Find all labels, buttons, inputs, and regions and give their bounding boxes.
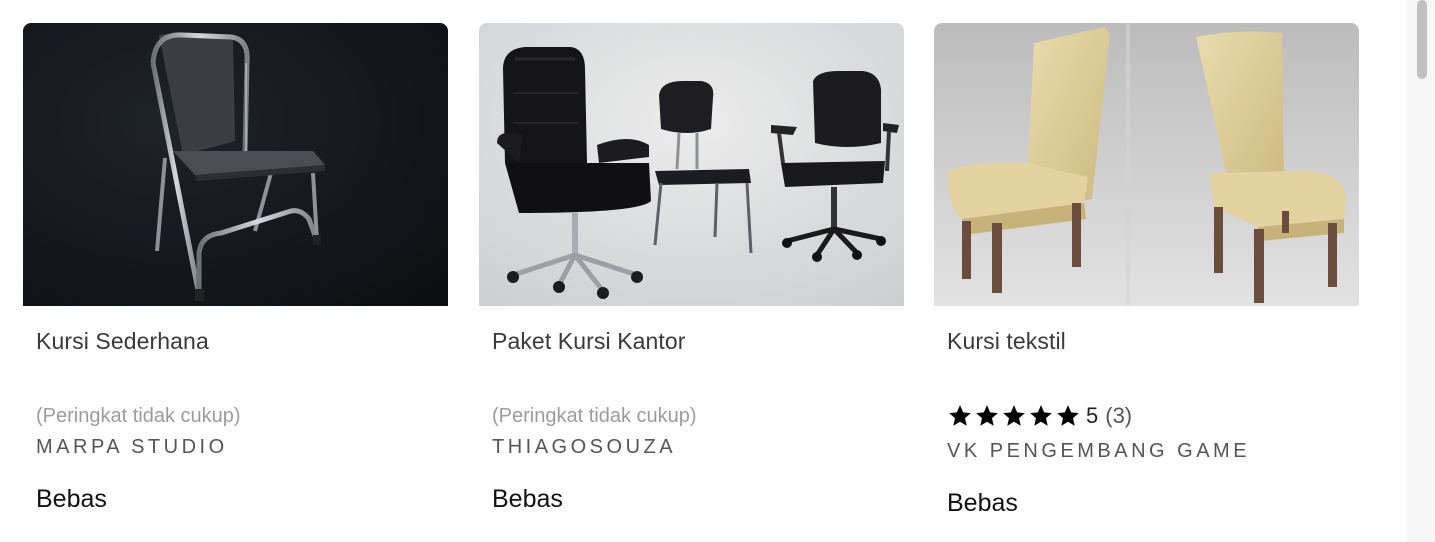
asset-card[interactable]: Kursi Sederhana (Peringkat tidak cukup) …	[23, 23, 448, 542]
office-chairs-image	[479, 23, 904, 306]
folding-chair-image	[23, 23, 448, 306]
creator-link[interactable]: VK PENGEMBANG GAME	[947, 440, 1250, 463]
asset-title[interactable]: Kursi Sederhana	[36, 328, 209, 355]
rating-note: (Peringkat tidak cukup)	[36, 405, 241, 427]
textile-chairs-image	[934, 23, 1359, 306]
rating-stars	[947, 403, 1081, 429]
star-icon	[1003, 405, 1025, 426]
creator-link[interactable]: THIAGOSOUZA	[492, 436, 676, 459]
rating-note: (Peringkat tidak cukup)	[492, 405, 697, 427]
price-label: Bebas	[36, 485, 107, 513]
star-icon	[976, 405, 998, 426]
asset-title[interactable]: Kursi tekstil	[947, 328, 1066, 355]
rating: 5 (3)	[947, 403, 1132, 429]
price-label: Bebas	[947, 489, 1018, 517]
asset-card[interactable]: Paket Kursi Kantor (Peringkat tidak cuku…	[479, 23, 904, 542]
asset-thumbnail[interactable]	[23, 23, 448, 306]
star-icon	[1057, 405, 1079, 426]
scrollbar-thumb[interactable]	[1417, 0, 1427, 79]
star-icon	[949, 405, 971, 426]
rating-value: 5	[1086, 403, 1099, 428]
star-icon	[1030, 405, 1052, 426]
asset-thumbnail[interactable]	[479, 23, 904, 306]
creator-link[interactable]: MARPA STUDIO	[36, 436, 228, 459]
vertical-scrollbar[interactable]	[1407, 0, 1435, 542]
asset-card[interactable]: Kursi tekstil 5 (3) VK PENGEMBANG GAME B…	[934, 23, 1359, 542]
rating-count: (3)	[1105, 403, 1133, 428]
price-label: Bebas	[492, 485, 563, 513]
asset-thumbnail[interactable]	[934, 23, 1359, 306]
asset-title[interactable]: Paket Kursi Kantor	[492, 328, 686, 355]
